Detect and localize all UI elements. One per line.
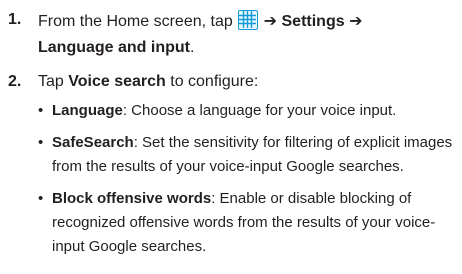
bullet-text: SafeSearch: Set the sensitivity for filt…: [52, 131, 456, 179]
voice-search-label: Voice search: [68, 73, 166, 90]
apps-grid-icon: [238, 10, 259, 30]
bullet-text: Language: Choose a language for your voi…: [52, 99, 456, 123]
step-1-line-1: From the Home screen, tap ➔ Settings ➔: [38, 10, 362, 32]
step-text: From the Home screen, tap: [38, 13, 238, 30]
bullet-description: recognized offensive words from the resu…: [52, 214, 436, 231]
step-text: Tap: [38, 73, 69, 90]
arrow-icon: ➔: [349, 13, 363, 30]
bullet-description: from the results of your voice-input Goo…: [52, 158, 404, 175]
bullet-symbol: •: [38, 102, 44, 119]
settings-label: Settings: [281, 13, 345, 30]
bullet-description: : Set the sensitivity for filtering of e…: [133, 134, 453, 151]
step-2-line: Tap Voice search to configure:: [38, 72, 258, 92]
bullet-text: Block offensive words: Enable or disable…: [52, 187, 456, 259]
bullet-description: : Choose a language for your voice input…: [122, 102, 397, 119]
step-number: 1.: [8, 11, 22, 28]
instruction-document: 1. From the Home screen, tap ➔ Settings …: [0, 0, 462, 274]
bullet-description: input Google searches.: [52, 238, 207, 255]
bullet-symbol: •: [38, 190, 44, 207]
bullet-term: Language: [52, 102, 123, 119]
period: .: [190, 39, 195, 56]
step-text: to configure:: [165, 73, 259, 90]
language-and-input-label: Language and input: [38, 39, 190, 56]
bullet-term: SafeSearch: [52, 134, 134, 151]
bullet-symbol: •: [38, 134, 44, 151]
bullet-description: : Enable or disable blocking of: [211, 190, 412, 207]
bullet-term: Block offensive words: [52, 190, 212, 207]
step-number: 2.: [8, 73, 22, 90]
arrow-icon: ➔: [263, 13, 278, 30]
step-1-line-2: Language and input.: [38, 38, 194, 58]
